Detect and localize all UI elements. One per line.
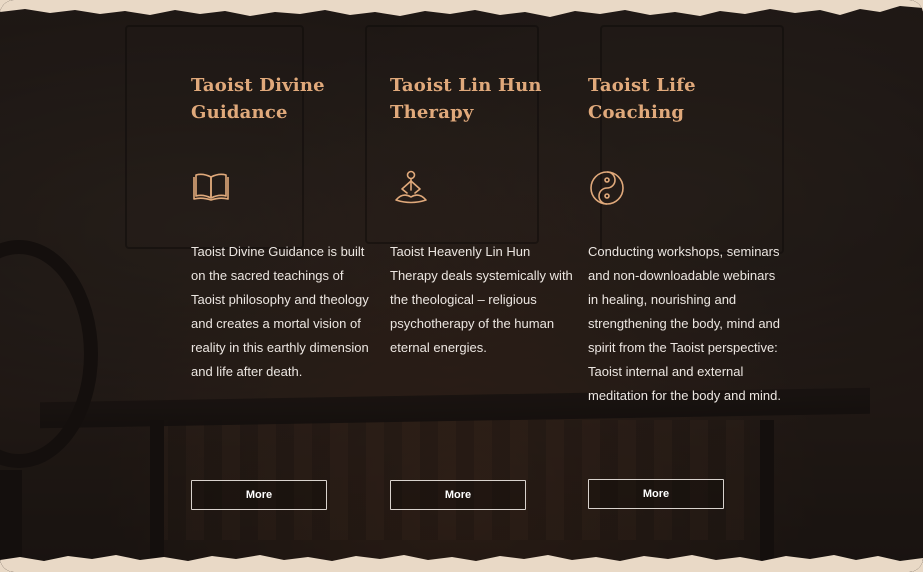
card-description: Conducting workshops, seminars and non-d… <box>588 244 781 403</box>
torn-paper-top-edge <box>0 0 923 17</box>
torn-paper-bottom-edge <box>0 555 923 572</box>
more-button[interactable]: More <box>390 480 526 510</box>
card-title: Taoist Divine Guidance <box>191 75 325 123</box>
card-title: Taoist Life Coaching <box>588 75 696 123</box>
card-description: Taoist Divine Guidance is built on the s… <box>191 244 369 379</box>
yin-yang-icon <box>588 168 628 208</box>
service-card-life-coaching: Taoist Life Coaching Conducting workshop… <box>588 72 781 509</box>
more-button[interactable]: More <box>588 479 724 509</box>
service-card-lin-hun-therapy: Taoist Lin Hun Therapy Taoist Heavenly L… <box>390 72 575 510</box>
services-section: Taoist Divine Guidance Taoist Divine Gui… <box>0 0 923 572</box>
service-card-divine-guidance: Taoist Divine Guidance Taoist Divine Gui… <box>191 72 376 510</box>
book-icon <box>191 168 231 208</box>
card-description: Taoist Heavenly Lin Hun Therapy deals sy… <box>390 244 573 355</box>
card-title: Taoist Lin Hun Therapy <box>390 75 542 123</box>
more-button[interactable]: More <box>191 480 327 510</box>
meditation-icon <box>390 168 430 208</box>
